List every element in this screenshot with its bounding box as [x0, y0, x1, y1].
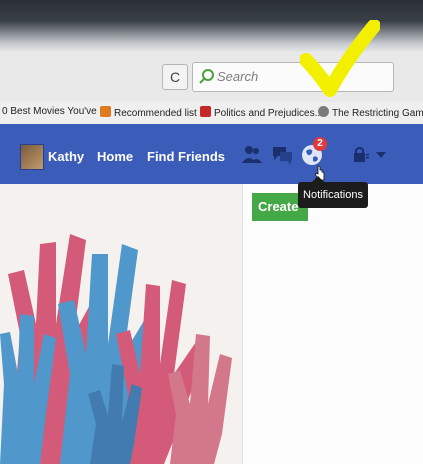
bookmarks-bar: 0 Best Movies You've ... Recommended lis…: [0, 102, 423, 125]
bookmark-item[interactable]: Recommended list: [100, 106, 197, 119]
friend-requests-icon[interactable]: [240, 143, 264, 167]
bookmark-item[interactable]: The Restricting Gam: [318, 106, 423, 119]
bookmark-item[interactable]: 0 Best Movies You've ...: [2, 106, 108, 117]
yellow-checkmark-annotation: [300, 20, 380, 97]
notification-count-badge: 2: [313, 137, 327, 151]
reload-button[interactable]: C: [162, 64, 188, 90]
screen-photo: C Search 0 Best Movies You've ... Recomm…: [0, 0, 423, 464]
right-column: [242, 184, 423, 464]
bookmark-icon: [200, 106, 211, 117]
bookmark-icon: [100, 106, 111, 117]
notifications-tooltip: Notifications: [298, 176, 368, 208]
privacy-lock-icon[interactable]: [352, 145, 370, 165]
search-placeholder: Search: [217, 69, 259, 84]
home-link[interactable]: Home: [97, 149, 133, 164]
bookmark-item[interactable]: Politics and Prejudices...: [200, 106, 323, 119]
avatar[interactable]: [20, 144, 44, 170]
search-icon: [199, 69, 214, 84]
raised-hands-cover-image: [0, 184, 242, 464]
bookmark-icon: [318, 106, 329, 117]
profile-link[interactable]: Kathy: [48, 149, 84, 164]
reload-icon: C: [169, 69, 181, 85]
messages-icon[interactable]: [270, 143, 294, 167]
account-menu-chevron-down-icon[interactable]: [375, 150, 387, 160]
find-friends-link[interactable]: Find Friends: [147, 149, 225, 164]
